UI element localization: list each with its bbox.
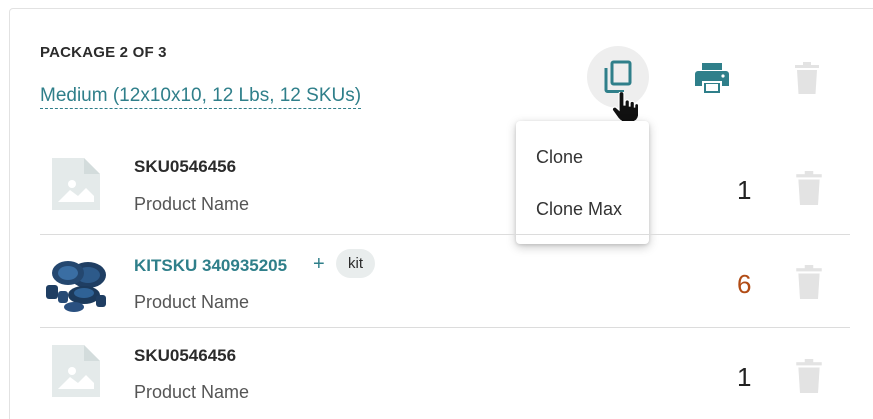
image-placeholder-icon [52,158,100,210]
product-photo [46,261,106,312]
item-sku-link[interactable]: KITSKU 340935205 [134,256,287,276]
item-quantity: 6 [737,269,752,299]
printer-icon [695,63,729,93]
expand-kit-plus-icon[interactable]: + [313,253,325,276]
kit-badge: kit [336,249,375,278]
item-quantity: 1 [737,175,752,205]
item-sku: SKU0546456 [134,157,237,176]
clone-menu: Clone Clone Max [516,121,649,244]
trash-icon[interactable] [796,265,822,299]
row-divider [40,234,850,235]
package-size-link[interactable]: Medium (12x10x10, 12 Lbs, 12 SKUs) [40,85,362,109]
row-divider [40,327,850,328]
trash-icon[interactable] [796,171,822,205]
item-quantity: 1 [737,362,752,392]
trash-icon[interactable] [796,359,822,393]
image-placeholder-icon [52,345,100,397]
copy-icon [604,60,632,93]
package-title: PACKAGE 2 OF 3 [40,44,167,61]
hand-cursor-icon [612,92,638,124]
menu-item-clone[interactable]: Clone [536,147,583,168]
menu-item-clone-max[interactable]: Clone Max [536,199,622,220]
delete-package-button[interactable] [789,56,825,100]
item-product-name: Product Name [134,194,250,214]
print-button[interactable] [690,56,734,100]
trash-icon [795,62,819,94]
item-product-name: Product Name [134,292,250,312]
item-product-name: Product Name [134,382,250,402]
item-sku: SKU0546456 [134,346,237,365]
